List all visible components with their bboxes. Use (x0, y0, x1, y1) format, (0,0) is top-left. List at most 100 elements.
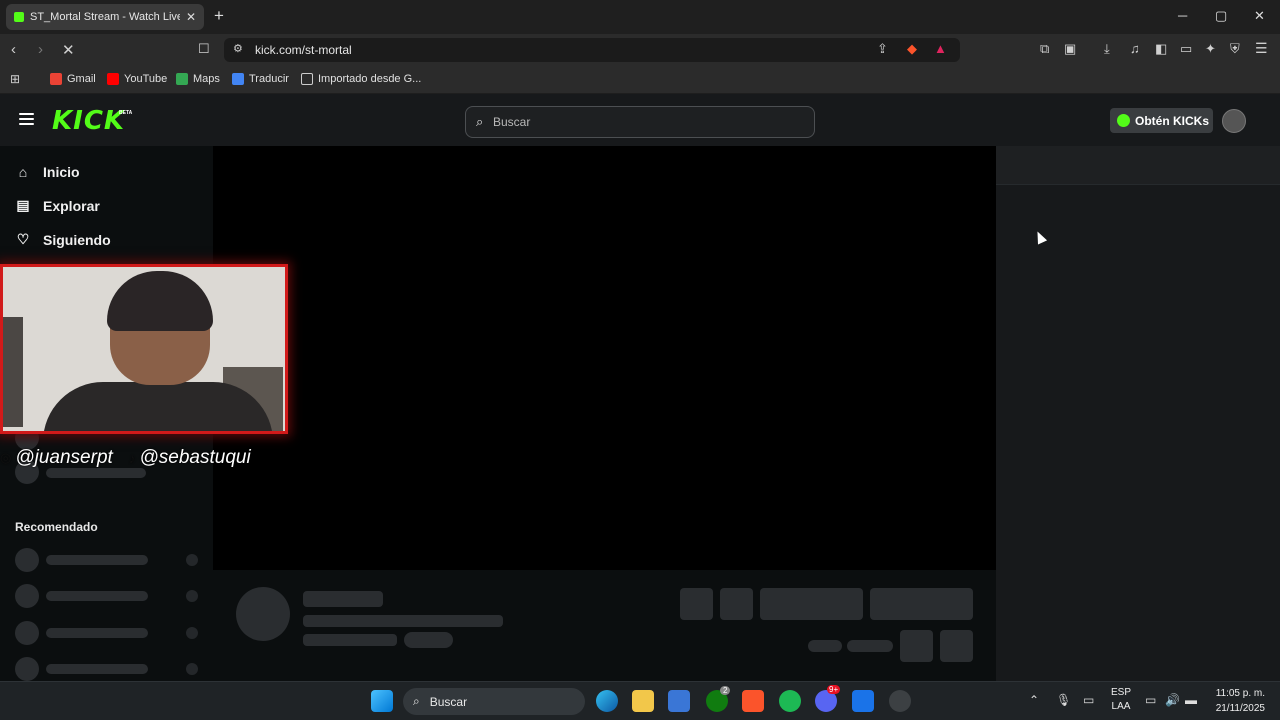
clock[interactable]: 11:05 p. m. 21/11/2025 (1203, 686, 1265, 716)
sidebar-item-siguiendo[interactable]: ♡ Siguiendo (15, 231, 111, 248)
heart-icon: ♡ (16, 231, 30, 247)
microphone-icon[interactable]: 🎙 (1056, 693, 1071, 707)
sidebar-item-inicio[interactable]: ⌂ Inicio (15, 164, 80, 180)
new-tab-button[interactable]: + (214, 6, 224, 26)
start-button[interactable] (371, 690, 393, 712)
wallet-icon[interactable]: ▭ (1180, 41, 1192, 57)
spotify-icon[interactable] (779, 690, 801, 712)
skeleton-button (940, 630, 973, 662)
user-avatar[interactable] (1222, 109, 1246, 133)
close-window-button[interactable]: ✕ (1254, 8, 1265, 24)
tab-title: ST_Mortal Stream - Watch Live o (30, 11, 180, 23)
reader-icon[interactable]: ▣ (1064, 41, 1076, 57)
extensions-icon[interactable]: ⧉ (1040, 41, 1049, 57)
webcam-person-shirt (43, 382, 273, 431)
search-input[interactable]: ⌕ Buscar (465, 106, 815, 138)
edge-icon[interactable] (596, 690, 618, 712)
bookmark-traducir[interactable]: Traducir (232, 73, 289, 85)
discord-badge: 9+ (827, 685, 841, 694)
browser-tab[interactable]: ST_Mortal Stream - Watch Live o ✕ (6, 4, 204, 30)
minimize-button[interactable]: ─ (1178, 8, 1187, 23)
store-icon[interactable] (668, 690, 690, 712)
bookmark-icon[interactable]: ☐ (198, 41, 210, 57)
taskbar-search[interactable]: ⌕ Buscar (403, 688, 585, 715)
discord-icon[interactable]: 9+ (815, 685, 841, 712)
webcam-overlay (0, 264, 288, 434)
language-indicator[interactable]: ESP LAA (1110, 686, 1132, 714)
bookmark-youtube[interactable]: YouTube (107, 73, 167, 85)
skeleton-bar (46, 664, 148, 674)
sidebar-toggle-icon[interactable]: ◧ (1155, 41, 1167, 57)
skeleton-bar (46, 591, 148, 601)
maximize-button[interactable]: ▢ (1215, 8, 1227, 24)
skeleton-bar (303, 634, 397, 646)
xbox-icon[interactable]: 2 (706, 686, 731, 712)
show-hidden-icons-icon[interactable]: ⌃ (1029, 693, 1039, 707)
skeleton-button (680, 588, 713, 620)
site-settings-icon[interactable]: ⚙ (233, 42, 243, 55)
tiktok-handle: ♪ @sebastuqui (129, 447, 251, 468)
bookmark-maps[interactable]: Maps (176, 73, 220, 85)
xbox-badge: 2 (720, 686, 731, 695)
kick-logo[interactable]: KICK (52, 106, 125, 136)
download-icon[interactable]: ⤓ (1104, 41, 1110, 57)
video-player[interactable] (213, 146, 996, 570)
skeleton-dot (186, 627, 198, 639)
hamburger-menu-icon[interactable] (19, 113, 34, 125)
maps-icon (176, 73, 188, 85)
youtube-icon (107, 73, 119, 85)
browser-tab-bar: ST_Mortal Stream - Watch Live o ✕ + ─ ▢ … (0, 0, 1280, 34)
chat-header (996, 146, 1280, 185)
gmail-icon (50, 73, 62, 85)
kicks-coin-icon (1117, 114, 1130, 127)
stream-info-skeleton (213, 570, 996, 681)
file-explorer-icon[interactable] (632, 690, 654, 712)
tab-close-icon[interactable]: ✕ (186, 10, 196, 24)
media-icon[interactable]: ♫ (1130, 41, 1140, 56)
back-icon[interactable]: ‹ (11, 41, 16, 58)
instagram-handle: ◎ @juanserpt (0, 447, 113, 468)
apps-grid-icon[interactable]: ⊞ (10, 72, 20, 86)
skeleton-dot (186, 554, 198, 566)
skeleton-button (870, 588, 973, 620)
recorder-icon[interactable] (889, 690, 911, 712)
bookmark-gmail[interactable]: Gmail (50, 73, 96, 85)
tiktok-icon: ♪ (129, 450, 136, 466)
network-icon[interactable]: ▭ (1145, 693, 1156, 707)
home-icon: ⌂ (18, 164, 28, 180)
skeleton-button (760, 588, 863, 620)
beta-badge: BETA (119, 110, 133, 116)
menu-icon[interactable]: ☰ (1255, 40, 1268, 57)
kick-favicon-icon (14, 12, 24, 22)
volume-icon[interactable]: 🔊 (1165, 693, 1180, 707)
get-kicks-button[interactable]: Obtén KICKs (1110, 108, 1213, 133)
skeleton-bar (46, 555, 148, 565)
skeleton-avatar (15, 548, 39, 572)
forward-icon[interactable]: › (38, 41, 43, 58)
skeleton-button (900, 630, 933, 662)
search-placeholder: Buscar (493, 115, 531, 129)
address-bar[interactable]: ⚙ kick.com/st-mortal ⇪ ◆ ▲ (224, 38, 960, 62)
skeleton-avatar (15, 621, 39, 645)
translate-icon (232, 73, 244, 85)
skeleton-button (720, 588, 753, 620)
search-icon: ⌕ (476, 114, 484, 129)
brave-shield-icon[interactable]: ◆ (907, 41, 917, 57)
url-text: kick.com/st-mortal (255, 43, 352, 57)
skeleton-tag (404, 632, 453, 648)
display-icon[interactable]: ▭ (1083, 693, 1094, 707)
recommended-heading: Recomendado (15, 520, 98, 534)
battery-icon[interactable]: ▬ (1185, 693, 1197, 707)
brave-rewards-icon[interactable]: ▲ (934, 41, 947, 56)
brave-icon[interactable] (742, 690, 764, 712)
vpn-icon[interactable]: ⛨ (1230, 41, 1240, 57)
leo-ai-icon[interactable]: ✦ (1205, 41, 1216, 57)
skeleton-bar (46, 628, 148, 638)
share-icon[interactable]: ⇪ (877, 41, 888, 57)
sidebar-item-explorar[interactable]: ▤ Explorar (15, 197, 99, 214)
app-icon[interactable] (852, 690, 874, 712)
stop-loading-icon[interactable]: ✕ (62, 41, 75, 59)
skeleton-bar (808, 640, 842, 652)
bookmark-folder[interactable]: Importado desde G... (301, 73, 421, 85)
browser-nav-bar: ‹ › ✕ ☐ ⚙ kick.com/st-mortal ⇪ ◆ ▲ ⧉ ▣ ⤓… (0, 34, 1280, 66)
